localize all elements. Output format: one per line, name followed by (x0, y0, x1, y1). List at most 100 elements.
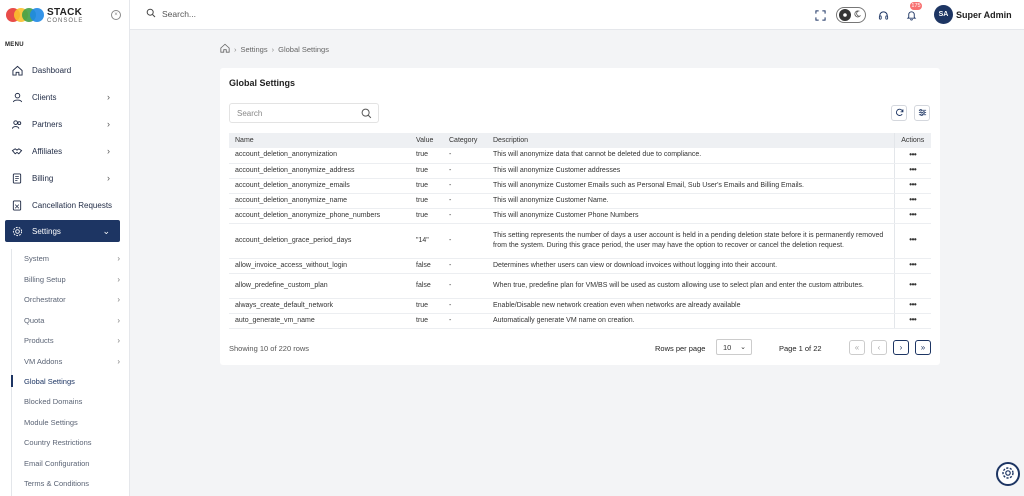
table-row[interactable]: auto_generate_vm_name true - Automatical… (229, 313, 931, 329)
sidebar-item-clients[interactable]: Clients › (5, 86, 120, 108)
chevron-right-icon: › (107, 92, 110, 102)
column-header-description[interactable]: Description (487, 133, 894, 148)
double-chevron-left-icon: « (854, 343, 860, 352)
more-options-icon[interactable]: ••• (909, 195, 916, 204)
search-input[interactable] (237, 108, 357, 118)
table-row[interactable]: allow_invoice_access_without_login false… (229, 258, 931, 274)
cell-description: This will anonymize Customer Emails such… (487, 178, 894, 194)
subnav-item-vm-addons[interactable]: VM Addons › (24, 353, 124, 369)
active-indicator (11, 375, 13, 387)
sidebar-item-cancellation-requests[interactable]: Cancellation Requests (5, 194, 120, 216)
cell-description: This will anonymize Customer Name. (487, 193, 894, 209)
row-actions[interactable]: ••• (893, 273, 931, 299)
table-row[interactable]: account_deletion_anonymize_phone_numbers… (229, 208, 931, 224)
subnav-item-blocked-domains[interactable]: Blocked Domains (24, 393, 124, 409)
rows-per-page-select[interactable]: 10 ⌄ (716, 339, 752, 355)
chevron-right-icon: › (117, 315, 120, 325)
global-search[interactable]: Search... (146, 8, 196, 20)
table-row[interactable]: account_deletion_anonymize_address true … (229, 163, 931, 179)
moon-icon (853, 10, 862, 20)
row-actions[interactable]: ••• (893, 178, 931, 194)
headset-icon[interactable] (875, 7, 891, 23)
row-actions[interactable]: ••• (893, 193, 931, 209)
last-page-button[interactable]: » (915, 340, 931, 355)
sidebar-item-label: Settings (32, 226, 61, 236)
sun-icon (839, 9, 851, 21)
table-row[interactable]: allow_predefine_custom_plan false - When… (229, 273, 931, 299)
row-actions[interactable]: ••• (893, 298, 931, 314)
first-page-button[interactable]: « (849, 340, 865, 355)
column-settings-button[interactable] (914, 105, 930, 121)
sidebar-item-settings[interactable]: Settings ⌄ (5, 220, 120, 242)
menu-label: MENU (5, 42, 24, 48)
rows-per-page-value: 10 (723, 342, 732, 352)
column-header-value[interactable]: Value (410, 133, 443, 148)
table-row[interactable]: always_create_default_network true - Ena… (229, 298, 931, 314)
more-options-icon[interactable]: ••• (909, 235, 916, 244)
brand-logo[interactable]: STACK CONSOLE (6, 6, 124, 26)
user-name[interactable]: Super Admin (956, 10, 1012, 20)
sidebar-item-dashboard[interactable]: Dashboard (5, 59, 120, 81)
breadcrumb-current: Global Settings (278, 44, 329, 54)
more-options-icon[interactable]: ••• (909, 180, 916, 189)
floating-settings-button[interactable] (996, 462, 1020, 486)
more-options-icon[interactable]: ••• (909, 300, 916, 309)
subnav-item-country-restrictions[interactable]: Country Restrictions (24, 434, 124, 450)
sidebar-item-partners[interactable]: Partners › (5, 113, 120, 135)
column-header-category[interactable]: Category (443, 133, 487, 148)
cell-category: - (443, 208, 487, 224)
table-row[interactable]: account_deletion_anonymize_emails true -… (229, 178, 931, 194)
row-actions[interactable]: ••• (893, 258, 931, 274)
subnav-item-module-settings[interactable]: Module Settings (24, 414, 124, 430)
sidebar: STACK CONSOLE × MENU Dashboard Clients ›… (0, 0, 130, 496)
more-options-icon[interactable]: ••• (909, 315, 916, 324)
breadcrumb-separator: › (234, 44, 237, 54)
subnav-item-quota[interactable]: Quota › (24, 312, 124, 328)
table-row[interactable]: account_deletion_anonymize_name true - T… (229, 193, 931, 209)
fullscreen-icon[interactable] (812, 7, 828, 23)
row-actions[interactable]: ••• (893, 163, 931, 179)
breadcrumb-settings[interactable]: Settings (241, 45, 268, 54)
table-row[interactable]: account_deletion_anonymization true - Th… (229, 148, 931, 164)
cell-category: - (443, 148, 487, 164)
column-header-actions: Actions (893, 133, 931, 148)
brand-sub: CONSOLE (47, 18, 84, 24)
next-page-button[interactable]: › (893, 340, 909, 355)
avatar[interactable]: SA (934, 5, 953, 24)
subnav-item-billing-setup[interactable]: Billing Setup › (24, 271, 124, 287)
more-options-icon[interactable]: ••• (909, 260, 916, 269)
prev-page-button[interactable]: ‹ (871, 340, 887, 355)
subnav-item-orchestrator[interactable]: Orchestrator › (24, 291, 124, 307)
subnav-item-global-settings[interactable]: Global Settings (24, 373, 124, 389)
sidebar-item-billing[interactable]: Billing › (5, 167, 120, 189)
more-options-icon[interactable]: ••• (909, 150, 916, 159)
row-actions[interactable]: ••• (893, 223, 931, 259)
cell-name: account_deletion_anonymize_phone_numbers (229, 208, 410, 224)
home-icon[interactable] (220, 43, 230, 55)
theme-toggle[interactable] (836, 7, 866, 23)
table-search (229, 103, 379, 123)
top-header: Search... 175 SA Super Admin (130, 0, 1024, 30)
subnav-item-terms-conditions[interactable]: Terms & Conditions (24, 475, 124, 491)
column-header-name[interactable]: Name (229, 133, 410, 148)
more-options-icon[interactable]: ••• (909, 280, 916, 289)
cell-description: Enable/Disable new network creation even… (487, 298, 894, 314)
refresh-button[interactable] (891, 105, 907, 121)
collapse-sidebar-icon[interactable]: × (111, 10, 121, 20)
chevron-right-icon: › (899, 343, 903, 352)
search-icon[interactable] (361, 108, 372, 121)
cell-description: This will anonymize Customer Phone Numbe… (487, 208, 894, 224)
row-actions[interactable]: ••• (893, 148, 931, 164)
table-row[interactable]: account_deletion_grace_period_days "14" … (229, 223, 931, 259)
more-options-icon[interactable]: ••• (909, 165, 916, 174)
cell-name: account_deletion_anonymize_name (229, 193, 410, 209)
row-actions[interactable]: ••• (893, 313, 931, 329)
sidebar-item-label: Billing (32, 173, 54, 183)
sidebar-item-affiliates[interactable]: Affiliates › (5, 140, 120, 162)
row-actions[interactable]: ••• (893, 208, 931, 224)
cell-value: false (410, 273, 443, 299)
subnav-item-system[interactable]: System › (24, 250, 124, 266)
subnav-item-products[interactable]: Products › (24, 332, 124, 348)
subnav-item-email-configuration[interactable]: Email Configuration (24, 455, 124, 471)
more-options-icon[interactable]: ••• (909, 210, 916, 219)
